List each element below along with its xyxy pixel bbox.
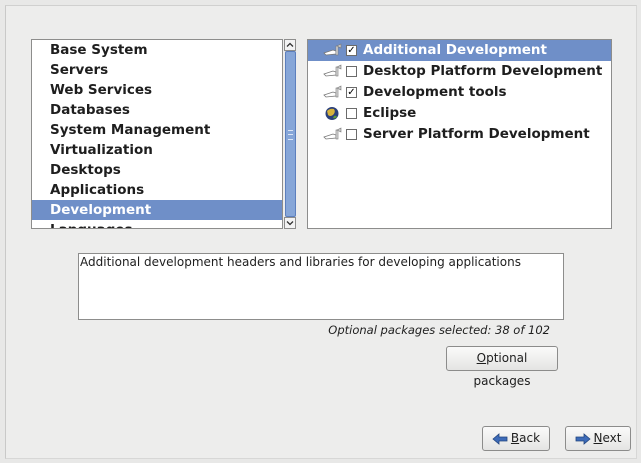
scroll-up-button[interactable] (284, 39, 296, 51)
package-checkbox-additional-development[interactable]: ✓ (346, 45, 357, 56)
mnemonic-letter: N (593, 431, 603, 445)
dev-tools-icon (323, 85, 342, 98)
button-label: ack (519, 431, 541, 445)
package-item-additional-development[interactable]: ✓ Additional Development (308, 40, 611, 61)
package-description-text: Additional development headers and libra… (80, 255, 521, 269)
arrow-left-icon (492, 432, 508, 445)
package-checkbox-development-tools[interactable]: ✓ (346, 87, 357, 98)
category-item-base-system[interactable]: Base System (32, 40, 282, 60)
package-label: Server Platform Development (363, 126, 590, 142)
category-item-languages[interactable]: Languages (32, 220, 282, 228)
scroll-down-button[interactable] (284, 217, 296, 229)
dev-tools-icon (323, 43, 342, 56)
eclipse-globe-icon (325, 107, 339, 120)
package-checkbox-eclipse[interactable] (346, 108, 357, 119)
category-item-development[interactable]: Development (32, 200, 282, 220)
category-item-system-management[interactable]: System Management (32, 120, 282, 140)
package-checkbox-server-platform-development[interactable] (346, 129, 357, 140)
chevron-down-icon (286, 221, 294, 226)
back-button[interactable]: Back (482, 426, 550, 451)
package-description-box: Additional development headers and libra… (78, 253, 564, 320)
package-item-development-tools[interactable]: ✓ Development tools (308, 82, 611, 103)
package-item-eclipse[interactable]: Eclipse (308, 103, 611, 124)
dev-tools-icon (323, 64, 342, 77)
category-list[interactable]: Base System Servers Web Services Databas… (31, 39, 283, 229)
category-item-desktops[interactable]: Desktops (32, 160, 282, 180)
category-item-applications[interactable]: Applications (32, 180, 282, 200)
next-button[interactable]: Next (565, 426, 631, 451)
package-group-list[interactable]: ✓ Additional Development Desktop Platfor… (307, 39, 612, 229)
package-label: Eclipse (363, 105, 417, 121)
scroll-grip-icon (288, 130, 293, 140)
package-label: Desktop Platform Development (363, 63, 603, 79)
button-label: ext (602, 431, 622, 445)
package-label: Additional Development (363, 42, 547, 58)
arrow-right-icon (575, 432, 591, 445)
scroll-thumb[interactable] (285, 51, 296, 217)
category-scrollbar[interactable] (284, 39, 297, 229)
optional-packages-button[interactable]: Optional packages (446, 346, 558, 388)
category-item-web-services[interactable]: Web Services (32, 80, 282, 100)
category-item-databases[interactable]: Databases (32, 100, 282, 120)
package-checkbox-desktop-platform-development[interactable] (346, 66, 357, 77)
mnemonic-letter: B (510, 431, 520, 445)
mnemonic-letter: O (476, 351, 487, 365)
category-item-virtualization[interactable]: Virtualization (32, 140, 282, 160)
package-label: Development tools (363, 84, 507, 100)
category-item-servers[interactable]: Servers (32, 60, 282, 80)
scroll-trough[interactable] (285, 51, 296, 217)
dev-tools-icon (323, 127, 342, 140)
chevron-up-icon (286, 42, 294, 47)
package-item-server-platform-development[interactable]: Server Platform Development (308, 124, 611, 145)
package-item-desktop-platform-development[interactable]: Desktop Platform Development (308, 61, 611, 82)
optional-packages-status: Optional packages selected: 38 of 102 (328, 323, 550, 337)
